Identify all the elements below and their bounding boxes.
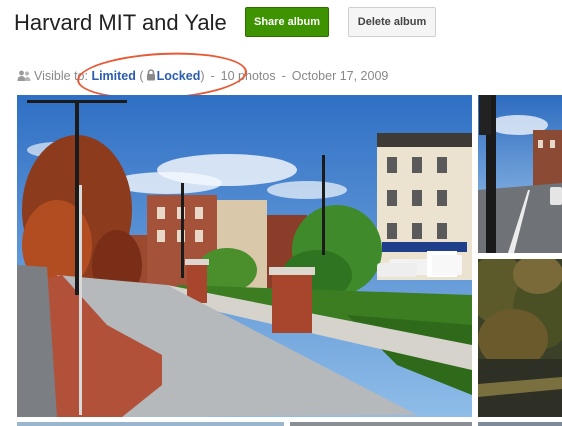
thumbnail-photo-forest[interactable] [478,259,562,417]
album-date: October 17, 2009 [291,69,389,83]
visibility-link[interactable]: Limited [91,69,135,83]
photo-count: 10 photos [220,69,276,83]
delete-album-button[interactable]: Delete album [348,7,436,37]
share-album-button[interactable]: Share album [245,7,329,37]
next-row-photo[interactable] [478,422,562,426]
lock-icon [146,69,156,81]
lock-status: ( Locked) [139,69,204,83]
album-meta: Visible to: Limited (Locked) -10 photos - O… [17,68,388,84]
locked-link[interactable]: Locked [157,69,201,83]
meta-separator: - [281,69,286,83]
lock-open-paren: ( [139,69,144,83]
next-row-photo[interactable] [290,422,472,426]
album-title: Harvard MIT and Yale [14,10,227,35]
people-icon [17,70,31,82]
visible-to-label: Visible to: [34,69,88,83]
next-row-photo[interactable] [17,422,284,426]
lock-close-paren: ) [200,69,205,83]
main-photo[interactable] [17,95,472,417]
thumbnail-photo-street[interactable] [478,95,562,253]
meta-separator: - [210,69,215,83]
